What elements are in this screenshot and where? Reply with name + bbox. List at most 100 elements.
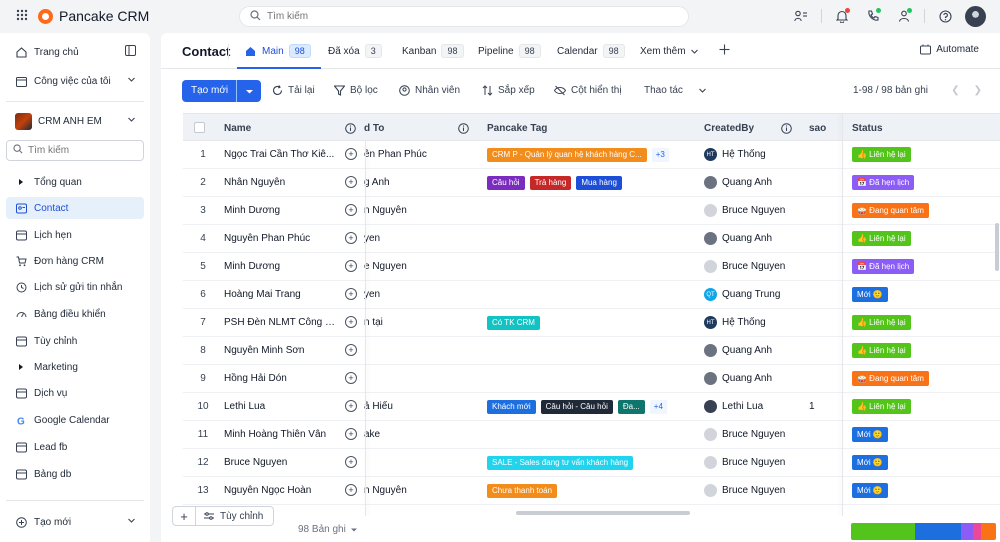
sidebar-item-marketing[interactable]: Marketing bbox=[6, 356, 144, 378]
columns-button[interactable]: Cột hiển thị bbox=[554, 85, 622, 96]
phone-icon[interactable] bbox=[862, 5, 884, 27]
add-related-icon[interactable]: + bbox=[345, 400, 357, 412]
table-row[interactable]: 13 Nguyễn Ngọc Hoàn + n Nguyễn Chưa thanh to… bbox=[183, 477, 1000, 505]
contacts-icon[interactable] bbox=[790, 5, 812, 27]
info-icon[interactable] bbox=[345, 123, 356, 134]
table-row[interactable]: 3 Minh Dương + n Nguyễn Bruce Nguyen 🥁 Đang q… bbox=[183, 197, 1000, 225]
add-related-icon[interactable]: + bbox=[345, 232, 357, 244]
user-avatar[interactable] bbox=[965, 5, 986, 27]
contact-name[interactable]: Nhân Nguyễn bbox=[224, 177, 336, 188]
contact-name[interactable]: Hoàng Mai Trang bbox=[224, 289, 336, 300]
record-count[interactable]: 98 Bản ghi bbox=[298, 524, 358, 535]
pancake-tag[interactable]: SALE - Sales đang tư vấn khách hàng bbox=[487, 456, 634, 470]
add-related-icon[interactable]: + bbox=[345, 176, 357, 188]
add-related-icon[interactable]: + bbox=[345, 288, 357, 300]
contact-name[interactable]: Ngọc Trai Cần Thơ Kiê... bbox=[224, 149, 336, 160]
sidebar-item-đơn-hàng-crm[interactable]: Đơn hàng CRM bbox=[6, 250, 144, 272]
sidebar-item-bảng-db[interactable]: Bảng db bbox=[6, 463, 144, 485]
apps-grid-icon[interactable] bbox=[16, 9, 32, 25]
contact-name[interactable]: PSH Đèn NLMT Công S... bbox=[224, 317, 336, 328]
add-related-icon[interactable]: + bbox=[345, 428, 357, 440]
status-badge[interactable]: 📅 Đã hẹn lịch bbox=[852, 175, 915, 190]
app-logo[interactable]: Pancake CRM bbox=[38, 8, 149, 24]
pancake-tag[interactable]: Chưa thanh toán bbox=[487, 484, 558, 498]
contact-name[interactable]: Minh Dương bbox=[224, 205, 336, 216]
table-row[interactable]: 1 Ngọc Trai Cần Thơ Kiê... + ễn Phan Phúc CR… bbox=[183, 141, 1000, 169]
column-header-assigned[interactable]: d To bbox=[364, 123, 384, 134]
help-icon[interactable] bbox=[934, 5, 956, 27]
pancake-tag[interactable]: Có TK CRM bbox=[487, 316, 540, 330]
tab-pipeline[interactable]: Pipeline 98 bbox=[478, 44, 541, 58]
create-new-dropdown-icon[interactable] bbox=[237, 87, 261, 96]
prev-page-icon[interactable]: ❮ bbox=[951, 85, 959, 96]
sidebar-new-button[interactable]: Tạo mới bbox=[6, 511, 144, 533]
table-row[interactable]: 10 Lethi Lua + ả Hiếu Khách mới Câu hỏi - Câu… bbox=[183, 393, 1000, 421]
table-row[interactable]: 4 Nguyễn Phan Phúc + yen Quang Anh 👍 Liên hệ … bbox=[183, 225, 1000, 253]
tab-more[interactable]: Xem thêm bbox=[640, 44, 699, 58]
customize-button[interactable]: Tùy chỉnh bbox=[196, 506, 274, 526]
create-new-button[interactable]: Tạo mới bbox=[182, 80, 262, 102]
global-search[interactable] bbox=[239, 6, 689, 27]
horizontal-scrollbar[interactable] bbox=[516, 511, 690, 515]
status-badge[interactable]: 👍 Liên hệ lại bbox=[852, 147, 911, 162]
table-row[interactable]: 5 Minh Dương + e Nguyen Bruce Nguyen 📅 Đã hẹn… bbox=[183, 253, 1000, 281]
pancake-tag[interactable]: Trả hàng bbox=[529, 176, 572, 190]
user-status-icon[interactable] bbox=[893, 5, 915, 27]
contact-name[interactable]: Minh Hoàng Thiên Vân bbox=[224, 429, 336, 440]
add-related-icon[interactable]: + bbox=[345, 148, 357, 160]
contact-name[interactable]: Nguyễn Ngọc Hoàn bbox=[224, 485, 336, 496]
add-tab-button[interactable] bbox=[719, 44, 730, 58]
collapse-sidebar-icon[interactable] bbox=[125, 45, 136, 59]
tab-calendar[interactable]: Calendar 98 bbox=[557, 44, 625, 58]
column-header-created-by[interactable]: CreatedBy bbox=[704, 123, 754, 134]
add-related-icon[interactable]: + bbox=[345, 372, 357, 384]
pancake-tag[interactable]: Đa... bbox=[617, 400, 645, 414]
table-row[interactable]: 11 Minh Hoàng Thiên Vân + ake Bruce Nguyen Mớ… bbox=[183, 421, 1000, 449]
status-badge[interactable]: 👍 Liên hệ lại bbox=[852, 343, 911, 358]
sidebar-item-home[interactable]: Trang chủ bbox=[6, 41, 144, 63]
status-badge[interactable]: Mới 🙂 bbox=[852, 483, 888, 498]
table-row[interactable]: 7 PSH Đèn NLMT Công S... + n tại Có TK CRM HT… bbox=[183, 309, 1000, 337]
more-tags-badge[interactable]: +4 bbox=[649, 400, 667, 414]
tab-kanban[interactable]: Kanban 98 bbox=[402, 44, 464, 58]
team-switcher[interactable]: CRM ANH EM bbox=[6, 110, 144, 132]
sidebar-item-bảng-điều-khiển[interactable]: Bảng điều khiển bbox=[6, 303, 144, 325]
contact-name[interactable]: Lethi Lua bbox=[224, 401, 336, 412]
contact-name[interactable]: Hồng Hải Dón bbox=[224, 373, 336, 384]
add-row-button[interactable]: + bbox=[172, 506, 196, 526]
more-tags-badge[interactable]: +3 bbox=[651, 148, 669, 162]
reload-button[interactable]: Tải lại bbox=[272, 85, 315, 96]
status-badge[interactable]: 👍 Liên hệ lại bbox=[852, 315, 911, 330]
column-header-status[interactable]: Status bbox=[852, 123, 883, 134]
next-page-icon[interactable]: ❯ bbox=[974, 85, 982, 96]
contact-name[interactable]: Bruce Nguyen bbox=[224, 457, 336, 468]
table-row[interactable]: 12 Bruce Nguyen + SALE - Sales đang tư vấn … bbox=[183, 449, 1000, 477]
status-badge[interactable]: 🥁 Đang quan tâm bbox=[852, 203, 929, 218]
sidebar-item-tổng-quan[interactable]: Tổng quan bbox=[6, 171, 144, 193]
pancake-tag[interactable]: Câu hỏi bbox=[487, 176, 525, 190]
select-all-checkbox[interactable] bbox=[194, 122, 205, 133]
status-badge[interactable]: Mới 🙂 bbox=[852, 455, 888, 470]
sidebar-item-contact[interactable]: Contact bbox=[6, 197, 144, 219]
info-icon[interactable] bbox=[458, 123, 469, 134]
column-header-tag[interactable]: Pancake Tag bbox=[487, 123, 547, 134]
global-search-input[interactable] bbox=[267, 11, 647, 22]
vertical-scrollbar[interactable] bbox=[995, 223, 999, 271]
notification-bell-icon[interactable] bbox=[831, 5, 853, 27]
table-row[interactable]: 6 Hoàng Mai Trang + yen QT Quang Trung Mới 🙂 bbox=[183, 281, 1000, 309]
pancake-tag[interactable]: Mua hàng bbox=[576, 176, 622, 190]
table-row[interactable]: 9 Hồng Hải Dón + Quang Anh 🥁 Đang quan tâm bbox=[183, 365, 1000, 393]
pancake-tag[interactable]: CRM P - Quản lý quan hệ khách hàng C... bbox=[487, 148, 647, 162]
pancake-tag[interactable]: Khách mới bbox=[487, 400, 536, 414]
status-badge[interactable]: 🥁 Đang quan tâm bbox=[852, 371, 929, 386]
staff-button[interactable]: Nhân viên bbox=[399, 85, 460, 96]
contact-name[interactable]: Nguyễn Minh Sơn bbox=[224, 345, 336, 356]
add-related-icon[interactable]: + bbox=[345, 456, 357, 468]
actions-button[interactable]: Thao tác bbox=[644, 85, 707, 96]
tab-main[interactable]: Main 98 bbox=[245, 44, 311, 58]
sidebar-item-google-calendar[interactable]: G Google Calendar bbox=[6, 409, 144, 431]
column-header-sao[interactable]: sao bbox=[809, 123, 826, 134]
automate-button[interactable]: Automate bbox=[920, 44, 979, 55]
tab-deleted[interactable]: Đã xóa 3 bbox=[328, 44, 382, 58]
sidebar-item-lead-fb[interactable]: Lead fb bbox=[6, 436, 144, 458]
